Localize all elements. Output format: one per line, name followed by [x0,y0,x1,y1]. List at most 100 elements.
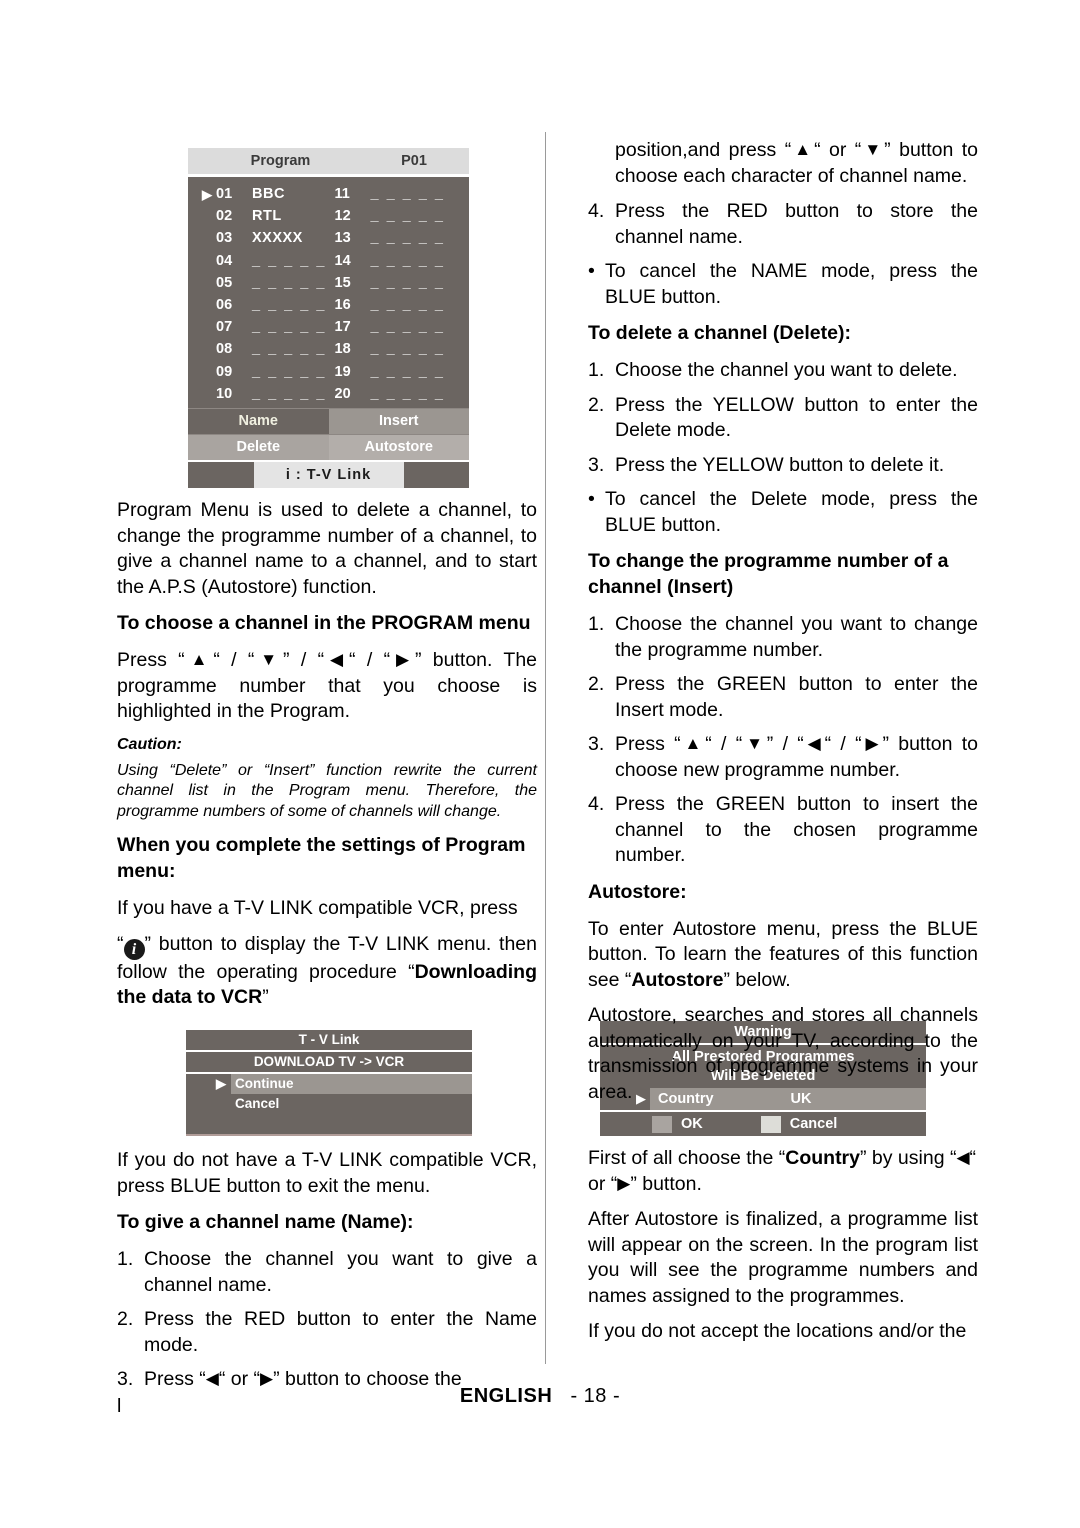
insert-button[interactable]: Insert [328,407,469,434]
selection-cursor-icon: ▶ [216,1076,226,1091]
channel-name: RTL [252,208,282,225]
table-row[interactable]: ▶ 02 RTL [188,205,329,227]
table-row[interactable]: 18 _ _ _ _ _ [329,338,470,360]
step-text: Press the YELLOW button to enter the Del… [615,393,978,442]
step-text: Press the GREEN button to enter the Inse… [615,673,978,721]
step-text: Choose the channel you want to change th… [615,613,978,661]
table-row[interactable]: 19 _ _ _ _ _ [329,361,470,383]
list-item: 1. Choose the channel you want to give a… [117,1247,537,1298]
table-row[interactable]: ▶ 07 _ _ _ _ _ [188,316,329,338]
channel-name: _ _ _ _ _ [370,341,445,358]
continuation-paragraph: position,and press “▲“ or “▼” button to … [588,138,978,189]
insert-step3-b-text: “ / “ [705,733,743,755]
table-row[interactable]: ▶ 03 XXXXX [188,227,329,249]
left-arrow-icon: ◀ [956,1148,970,1167]
delete-button[interactable]: Delete [188,433,329,460]
program-osd-title: Program [250,153,311,169]
tv-link-osd-subtitle: DOWNLOAD TV -> VCR [186,1052,472,1074]
caution-label: Caution: [117,735,182,753]
table-row[interactable]: 16 _ _ _ _ _ [329,294,470,316]
channel-number: 06 [216,297,233,314]
heading-give-channel-name: To give a channel name (Name): [117,1211,414,1233]
country-instruction: First of all choose the “Country” by usi… [588,1146,978,1197]
table-row[interactable]: ▶ 08 _ _ _ _ _ [188,338,329,360]
after-autostore-paragraph: After Autostore is finalized, a programm… [588,1208,978,1307]
footer-spacer-right [404,462,470,488]
warning-osd-buttons: OK Cancel [600,1112,926,1136]
right-arrow-icon: ▶ [617,1173,631,1193]
cont-b-text: “ or “ [814,139,862,161]
tv-link-continue-item[interactable]: ▶ Continue [186,1074,472,1094]
table-row[interactable]: 13 _ _ _ _ _ [329,227,470,249]
autostore-button[interactable]: Autostore [328,433,469,460]
program-menu-intro: Program Menu is used to delete a channel… [117,499,537,598]
table-row[interactable]: 12 _ _ _ _ _ [329,205,470,227]
down-arrow-icon: ▼ [861,140,885,159]
table-row[interactable]: 15 _ _ _ _ _ [329,272,470,294]
step-text: Press the RED button to store the channe… [615,200,978,248]
step-text: Press the YELLOW button to delete it. [615,453,945,476]
channel-number: 15 [334,274,351,291]
step-number: 2. [588,673,605,695]
cancel-button[interactable]: Cancel [781,1116,838,1132]
program-osd-footer: i : T-V Link [188,459,470,488]
table-row[interactable]: ▶ 06 _ _ _ _ _ [188,294,329,316]
tv-link-cancel-item[interactable]: ▶ Cancel [186,1094,472,1114]
footer-language: ENGLISH [459,1385,553,1407]
ok-button[interactable]: OK [672,1116,703,1132]
left-text-column: Program Menu is used to delete a channel… [117,498,537,1021]
channel-number: 16 [334,297,351,314]
list-item: 2. Press the YELLOW button to enter the … [588,393,978,444]
press-prefix-text: Press “ [117,649,185,671]
table-row[interactable]: 14 _ _ _ _ _ [329,250,470,272]
channel-number: 04 [216,252,233,269]
table-row[interactable]: 17 _ _ _ _ _ [329,316,470,338]
table-row[interactable]: 20 _ _ _ _ _ [329,383,470,405]
table-row[interactable]: ▶ 01 BBC [188,183,329,205]
press-mid3-text: “ / “ [349,649,391,671]
delete-bullets: • To cancel the Delete mode, press the B… [588,487,978,538]
channel-number: 07 [216,319,233,336]
channel-number: 20 [334,385,351,402]
channel-number: 14 [334,252,351,269]
table-row[interactable]: ▶ 04 _ _ _ _ _ [188,250,329,272]
country-d-text: or “ [588,1172,618,1195]
channel-name: _ _ _ _ _ [370,252,445,269]
step-text: Choose the channel you want to give a ch… [144,1248,537,1296]
channel-number: 08 [216,341,233,358]
channel-number: 10 [216,385,233,402]
table-row[interactable]: ▶ 09 _ _ _ _ _ [188,361,329,383]
right-text-column-lower: First of all choose the “Country” by usi… [588,1146,978,1355]
channel-name: _ _ _ _ _ [252,274,327,291]
tvlink-para2b-text: ” [262,986,269,1008]
table-row[interactable]: ▶ 05 _ _ _ _ _ [188,272,329,294]
channel-name: BBC [252,186,285,203]
channel-number: 05 [216,274,233,291]
up-arrow-icon: ▲ [791,140,815,159]
insert-step3-a-text: Press “ [615,733,681,755]
bullet-icon: • [588,260,595,282]
tv-link-hint[interactable]: i : T-V Link [253,461,404,488]
selection-cursor-icon: ▶ [202,186,212,202]
up-arrow-icon: ▲ [680,734,706,753]
tvlink-paragraph-line2: “i” button to display the T-V LINK menu.… [117,932,537,1009]
program-osd-right-column: 11 _ _ _ _ _ 12 _ _ _ _ _ 13 _ _ _ _ _ 1… [329,183,470,405]
table-row[interactable]: 11 _ _ _ _ _ [329,183,470,205]
bullet-icon: • [588,488,595,510]
channel-number: 18 [334,341,351,358]
last-line-paragraph: If you do not accept the locations and/o… [588,1320,967,1342]
list-item: 1. Choose the channel you want to change… [588,612,978,663]
name-steps-continued: 4. Press the RED button to store the cha… [588,199,978,250]
channel-name: _ _ _ _ _ [370,208,445,225]
list-item: • To cancel the NAME mode, press the BLU… [588,259,978,310]
cancel-color-chip-icon [760,1115,781,1133]
table-row[interactable]: ▶ 10 _ _ _ _ _ [188,383,329,405]
step-text: Press the GREEN button to insert the cha… [615,793,978,866]
channel-name: _ _ _ _ _ [370,319,445,336]
delete-steps-list: 1. Choose the channel you want to delete… [588,358,978,478]
step-text: Press the RED button to enter the Name m… [144,1308,537,1356]
tvlink-paragraph-line1: If you have a T-V LINK compatible VCR, p… [117,897,518,919]
manual-page: Program P01 ▶ 01 BBC ▶ 02 RTL ▶ 03 XXXXX [0,0,1080,1528]
name-button[interactable]: Name [188,407,329,434]
country-bold-text: Country [785,1147,860,1169]
